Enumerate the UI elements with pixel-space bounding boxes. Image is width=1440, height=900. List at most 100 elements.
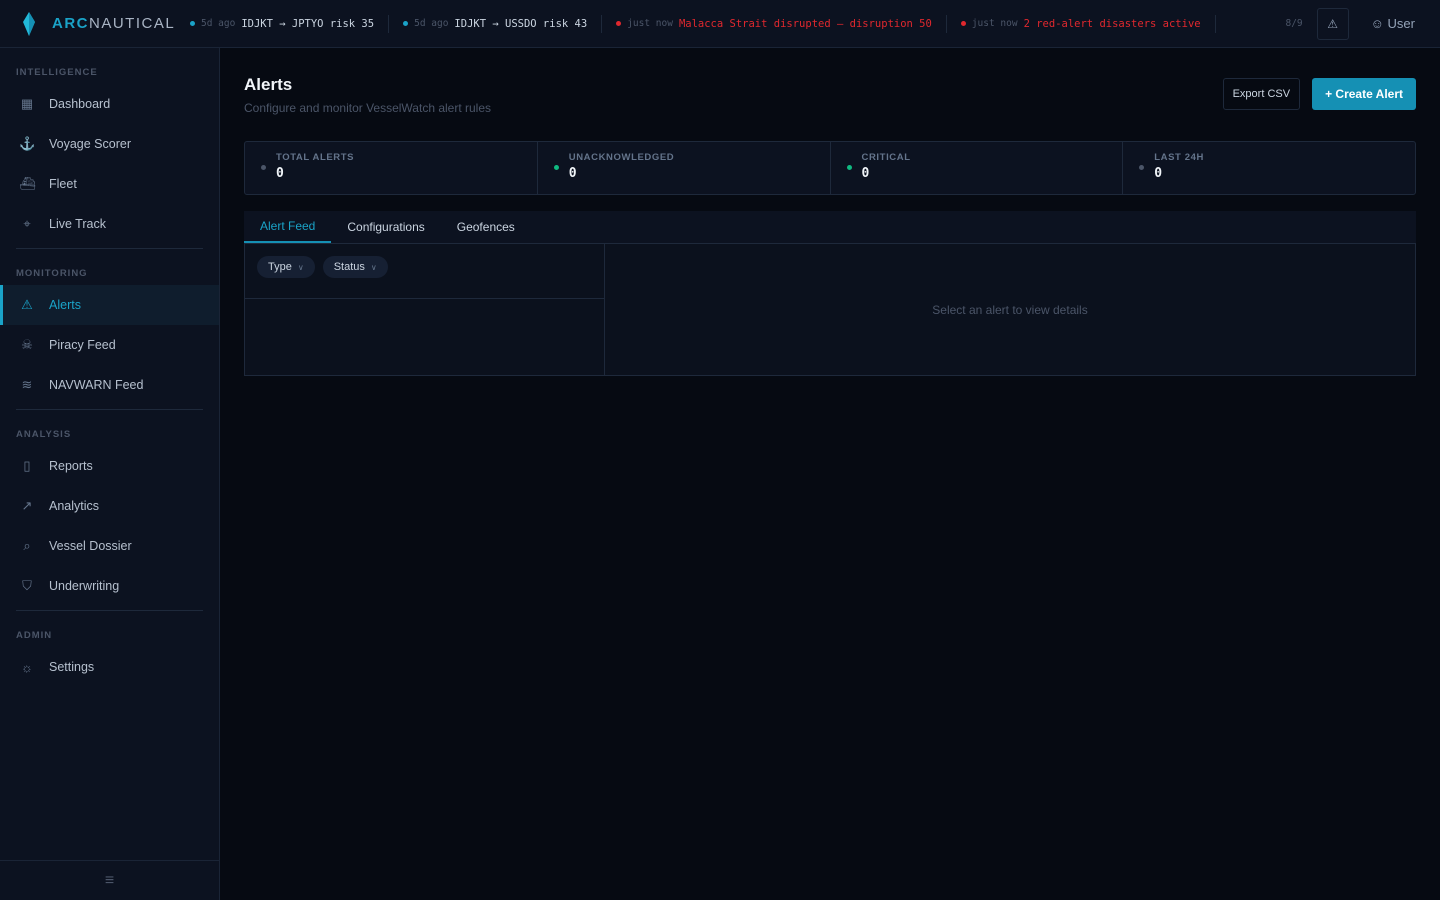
stat-label: TOTAL ALERTS bbox=[276, 152, 537, 163]
dashboard-icon: ▦ bbox=[19, 96, 35, 112]
main-content: Alerts Configure and monitor VesselWatch… bbox=[244, 48, 1416, 376]
sidebar-item-label: Fleet bbox=[49, 177, 77, 191]
export-csv-button[interactable]: Export CSV bbox=[1223, 78, 1300, 110]
settings-icon: ☼ bbox=[19, 660, 35, 675]
status-dot bbox=[616, 21, 621, 26]
sidebar-item-label: Reports bbox=[49, 459, 93, 473]
filter-bar: Type ∨ Status ∨ bbox=[245, 244, 604, 299]
stat-label: UNACKNOWLEDGED bbox=[569, 152, 830, 163]
ticker-text: 2 red-alert disasters active bbox=[1024, 18, 1201, 30]
ticker-item[interactable]: just now 2 red-alert disasters active bbox=[947, 15, 1216, 33]
sidebar-section-title: ANALYSIS bbox=[0, 410, 219, 446]
empty-detail-text: Select an alert to view details bbox=[932, 303, 1087, 317]
tab-alert-feed[interactable]: Alert Feed bbox=[244, 211, 331, 243]
ticker-item[interactable]: just now Malacca Strait disrupted — disru… bbox=[602, 15, 947, 33]
sidebar-item-reports[interactable]: ▯ Reports bbox=[0, 446, 219, 486]
filter-label: Type bbox=[268, 261, 292, 273]
sidebar-item-live-track[interactable]: ⌖ Live Track bbox=[0, 204, 219, 244]
sidebar-item-label: Settings bbox=[49, 660, 94, 674]
menu-icon: ≡ bbox=[105, 872, 114, 890]
status-dot bbox=[190, 21, 195, 26]
warning-icon: ⚠ bbox=[1327, 17, 1338, 31]
ticker-text: Malacca Strait disrupted — disruption 50 bbox=[679, 18, 932, 30]
sidebar-item-label: Voyage Scorer bbox=[49, 137, 131, 151]
sidebar-item-label: Dashboard bbox=[49, 97, 110, 111]
ticker-page: 8/9 bbox=[1285, 18, 1302, 29]
status-dot bbox=[554, 165, 559, 170]
ticker-time: 5d ago bbox=[414, 18, 448, 29]
sidebar-item-voyage-scorer[interactable]: ⚓ Voyage Scorer bbox=[0, 124, 219, 164]
ticker-item[interactable]: 5d ago IDJKT → JPTYO risk 35 bbox=[182, 15, 389, 33]
reports-icon: ▯ bbox=[19, 458, 35, 474]
filter-label: Status bbox=[334, 261, 365, 273]
status-dot bbox=[403, 21, 408, 26]
sidebar-item-label: NAVWARN Feed bbox=[49, 378, 143, 392]
user-menu[interactable]: ☺ User bbox=[1371, 16, 1415, 31]
stat-label: LAST 24H bbox=[1154, 152, 1415, 163]
sidebar-item-navwarn-feed[interactable]: ≋ NAVWARN Feed bbox=[0, 365, 219, 405]
alert-panel: Type ∨ Status ∨ Select an alert to view det… bbox=[244, 244, 1416, 376]
sidebar-item-label: Live Track bbox=[49, 217, 106, 231]
navwarn-feed-icon: ≋ bbox=[19, 377, 35, 393]
fleet-icon: ⛴ bbox=[19, 176, 35, 192]
status-filter[interactable]: Status ∨ bbox=[323, 256, 388, 278]
logo-icon bbox=[22, 12, 36, 36]
sidebar-item-label: Piracy Feed bbox=[49, 338, 116, 352]
sidebar-item-label: Alerts bbox=[49, 298, 81, 312]
vessel-dossier-icon: ⌕ bbox=[19, 538, 35, 554]
alert-button[interactable]: ⚠ bbox=[1317, 8, 1349, 40]
status-dot bbox=[847, 165, 852, 170]
sidebar-item-label: Underwriting bbox=[49, 579, 119, 593]
live-track-icon: ⌖ bbox=[19, 216, 35, 232]
sidebar-item-fleet[interactable]: ⛴ Fleet bbox=[0, 164, 219, 204]
tab-bar: Alert FeedConfigurationsGeofences bbox=[244, 211, 1416, 244]
stats-bar: TOTAL ALERTS0UNACKNOWLEDGED0CRITICAL0LAS… bbox=[244, 141, 1416, 195]
sidebar-item-settings[interactable]: ☼ Settings bbox=[0, 647, 219, 687]
underwriting-icon: ⛉ bbox=[19, 578, 35, 594]
stat-value: 0 bbox=[569, 166, 830, 181]
type-filter[interactable]: Type ∨ bbox=[257, 256, 315, 278]
create-alert-button[interactable]: + Create Alert bbox=[1312, 78, 1416, 110]
news-ticker: 5d ago IDJKT → JPTYO risk 35 5d ago IDJKT →… bbox=[182, 15, 1271, 33]
status-dot bbox=[261, 165, 266, 170]
alert-list: Type ∨ Status ∨ bbox=[245, 244, 605, 375]
sidebar-item-vessel-dossier[interactable]: ⌕ Vessel Dossier bbox=[0, 526, 219, 566]
tab-configurations[interactable]: Configurations bbox=[331, 211, 440, 243]
stat-value: 0 bbox=[276, 166, 537, 181]
tab-geofences[interactable]: Geofences bbox=[441, 211, 531, 243]
ticker-time: just now bbox=[972, 18, 1018, 29]
analytics-icon: ↗ bbox=[19, 498, 35, 514]
status-dot bbox=[961, 21, 966, 26]
sidebar-item-underwriting[interactable]: ⛉ Underwriting bbox=[0, 566, 219, 606]
top-bar: ARCNAUTICAL 5d agoIDJKT → JPTYO risk 355… bbox=[0, 0, 1440, 48]
sidebar-item-dashboard[interactable]: ▦ Dashboard bbox=[0, 84, 219, 124]
ticker-time: 5d ago bbox=[201, 18, 235, 29]
sidebar-item-label: Analytics bbox=[49, 499, 99, 513]
stat-unacknowledged: UNACKNOWLEDGED 0 bbox=[538, 142, 831, 194]
collapse-sidebar-button[interactable]: ≡ bbox=[0, 860, 219, 900]
alert-detail: Select an alert to view details bbox=[605, 244, 1415, 375]
stat-label: CRITICAL bbox=[862, 152, 1123, 163]
logo[interactable]: ARCNAUTICAL bbox=[0, 12, 182, 36]
stat-critical: CRITICAL0 bbox=[831, 142, 1124, 194]
ticker-text: IDJKT → JPTYO risk 35 bbox=[241, 18, 374, 30]
piracy-feed-icon: ☠ bbox=[19, 337, 35, 353]
sidebar-item-label: Vessel Dossier bbox=[49, 539, 132, 553]
ticker-time: just now bbox=[627, 18, 673, 29]
chevron-down-icon: ∨ bbox=[298, 263, 304, 272]
ticker-text: IDJKT → USSDO risk 43 bbox=[454, 18, 587, 30]
sidebar-item-alerts[interactable]: ⚠Alerts bbox=[0, 285, 219, 325]
ticker-item[interactable]: 5d ago IDJKT → USSDO risk 43 bbox=[389, 15, 602, 33]
sidebar: INTELLIGENCE ▦ Dashboard ⚓ Voyage Scorer ⛴ Fle… bbox=[0, 48, 220, 900]
sidebar-item-piracy-feed[interactable]: ☠ Piracy Feed bbox=[0, 325, 219, 365]
stat-total-alerts: TOTAL ALERTS 0 bbox=[245, 142, 538, 194]
voyage-scorer-icon: ⚓ bbox=[19, 136, 35, 152]
sidebar-section-title: ADMIN bbox=[0, 611, 219, 647]
chevron-down-icon: ∨ bbox=[371, 263, 377, 272]
sidebar-section-title: MONITORING bbox=[0, 249, 219, 285]
stat-value: 0 bbox=[1154, 166, 1415, 181]
status-dot bbox=[1139, 165, 1144, 170]
stat-last-24h: LAST 24H 0 bbox=[1123, 142, 1415, 194]
sidebar-section-title: INTELLIGENCE bbox=[0, 48, 219, 84]
sidebar-item-analytics[interactable]: ↗ Analytics bbox=[0, 486, 219, 526]
